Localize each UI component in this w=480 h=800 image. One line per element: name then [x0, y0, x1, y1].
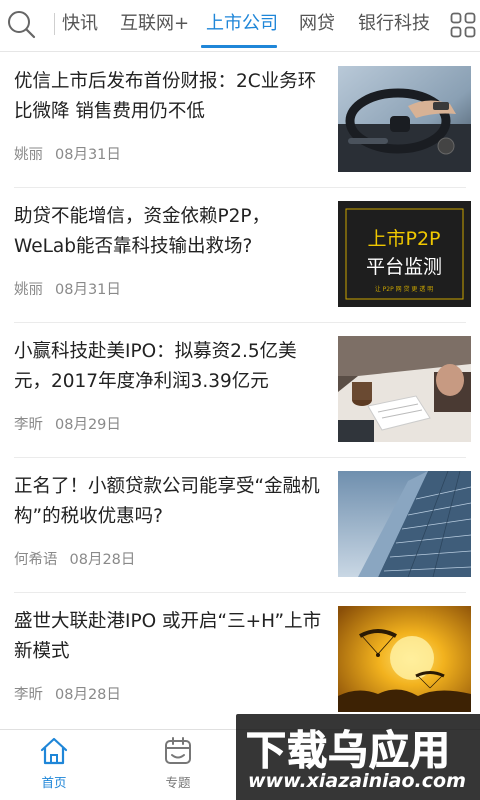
- tab-kuaixun[interactable]: 快讯: [62, 9, 98, 39]
- article-meta: 姚丽 08月31日: [14, 143, 121, 164]
- article-author: 姚丽: [14, 282, 43, 298]
- article-meta: 何希语 08月28日: [14, 548, 135, 569]
- watermark-url: www.xiazainiao.com: [248, 770, 466, 792]
- thumb-line2: 平台监测: [366, 256, 442, 278]
- article-author: 姚丽: [14, 147, 43, 163]
- bottom-tab-topics[interactable]: 专题: [138, 736, 218, 791]
- article-date: 08月28日: [69, 552, 136, 568]
- tab-bank-tech[interactable]: 银行科技: [358, 9, 430, 39]
- home-icon: [40, 737, 68, 765]
- tab-p2p[interactable]: 网贷: [299, 9, 335, 39]
- article-item[interactable]: 小赢科技赴美IPO：拟募资2.5亿美元，2017年度净利润3.39亿元 李昕 08…: [0, 323, 480, 458]
- article-date: 08月31日: [55, 147, 121, 163]
- article-author: 李昕: [14, 687, 43, 703]
- top-nav-bar: 快讯 互联网+ 上市公司 网贷 银行科技: [0, 0, 480, 52]
- active-tab-indicator: [201, 45, 277, 48]
- article-title: 优信上市后发布首份财报：2C业务环比微降 销售费用仍不低: [14, 71, 317, 122]
- article-author: 李昕: [14, 417, 43, 433]
- article-meta: 李昕 08月28日: [14, 683, 121, 704]
- article-date: 08月31日: [55, 282, 121, 298]
- article-date: 08月29日: [55, 417, 121, 433]
- article-date: 08月28日: [55, 687, 121, 703]
- p2p-monitor-thumbnail: 上市P2P 平台监测 让 P2P 网 贷 更 透 明: [338, 201, 471, 307]
- bottom-tab-home[interactable]: 首页: [14, 736, 94, 791]
- office-desk-thumbnail: [338, 336, 471, 442]
- bottom-tab-topics-label: 专题: [165, 775, 191, 790]
- thumb-subline: 让 P2P 网 贷 更 透 明: [375, 285, 434, 293]
- watermark-logo-text: 下载乌应用: [246, 728, 451, 775]
- paraglider-sunset-thumbnail: [338, 606, 471, 712]
- car-steering-wheel-thumbnail: [338, 66, 471, 172]
- tab-listed-companies[interactable]: 上市公司: [206, 9, 278, 39]
- search-icon[interactable]: [6, 9, 38, 41]
- article-item[interactable]: 优信上市后发布首份财报：2C业务环比微降 销售费用仍不低 姚丽 08月31日: [0, 53, 480, 188]
- article-title: 助贷不能增信，资金依赖P2P，WeLab能否靠科技输出救场?: [14, 206, 271, 257]
- article-meta: 李昕 08月29日: [14, 413, 121, 434]
- article-author: 何希语: [14, 552, 58, 568]
- article-title: 盛世大联赴港IPO 或开启“三+H”上市新模式: [14, 611, 322, 662]
- grid-icon[interactable]: [450, 12, 476, 38]
- calendar-icon: [165, 737, 191, 764]
- article-item[interactable]: 正名了！小额贷款公司能享受“金融机构”的税收优惠吗? 何希语 08月28日: [0, 458, 480, 593]
- bottom-tab-home-label: 首页: [41, 775, 67, 790]
- article-item[interactable]: 盛世大联赴港IPO 或开启“三+H”上市新模式 李昕 08月28日: [0, 593, 480, 728]
- article-title: 小赢科技赴美IPO：拟募资2.5亿美元，2017年度净利润3.39亿元: [14, 341, 297, 392]
- thumb-line1: 上市P2P: [367, 228, 440, 250]
- skyscraper-thumbnail: [338, 471, 471, 577]
- tab-internet[interactable]: 互联网+: [120, 9, 189, 39]
- article-meta: 姚丽 08月31日: [14, 278, 121, 299]
- article-title: 正名了！小额贷款公司能享受“金融机构”的税收优惠吗?: [14, 476, 320, 527]
- watermark: 下载乌应用 www.xiazainiao.com: [236, 714, 480, 800]
- article-item[interactable]: 助贷不能增信，资金依赖P2P，WeLab能否靠科技输出救场? 姚丽 08月31日 …: [0, 188, 480, 323]
